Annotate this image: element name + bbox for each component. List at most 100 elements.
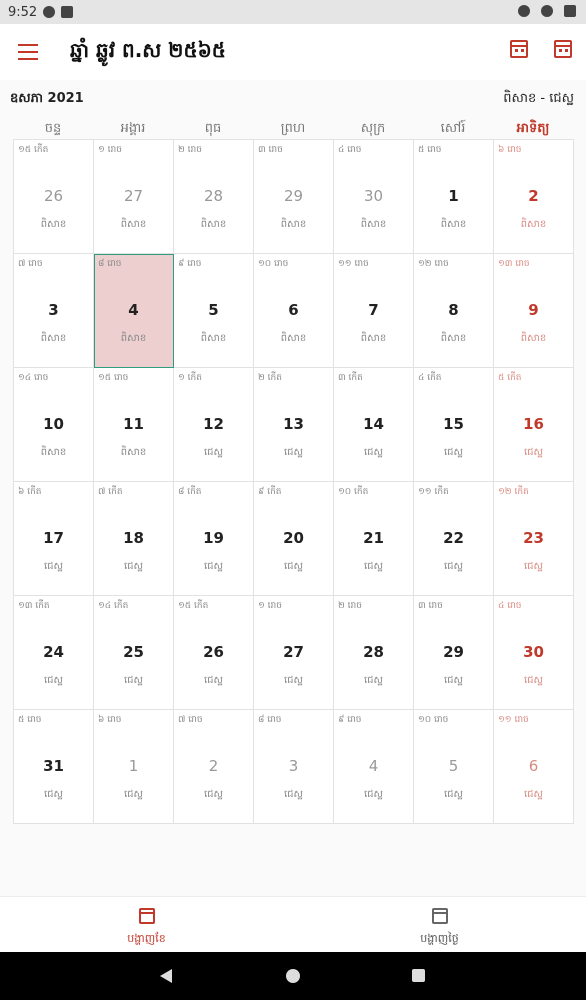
day-cell[interactable]: ២ កើត 13 ជេស្ឋ (254, 368, 334, 482)
day-number: 3 (288, 757, 299, 775)
nav-day-view[interactable]: បង្ហាញថ្ងៃ (293, 897, 586, 953)
lunar-month: ជេស្ឋ (363, 561, 384, 572)
lunar-date: ៤ កើត (418, 373, 442, 383)
day-cell[interactable]: ១៥ កើត 26 ពិសាខ (14, 140, 94, 254)
day-cell[interactable]: ១៥ កើត 26 ជេស្ឋ (174, 596, 254, 710)
day-number: 30 (363, 187, 384, 205)
lunar-date: ១៤ រោច (18, 373, 49, 383)
day-cell[interactable]: ៨ រោច 3 ជេស្ឋ (254, 710, 334, 824)
day-cell[interactable]: ១ កើត 12 ជេស្ឋ (174, 368, 254, 482)
status-time: 9:52 (8, 4, 38, 20)
day-number: 3 (48, 301, 59, 319)
day-cell[interactable]: ១២ រោច 8 ពិសាខ (414, 254, 494, 368)
day-number: 25 (123, 643, 144, 661)
nav-month-view[interactable]: បង្ហាញខែ (0, 897, 293, 953)
day-cell[interactable]: ៨ កើត 19 ជេស្ឋ (174, 482, 254, 596)
lunar-date: ១១ កើត (418, 487, 449, 497)
back-icon[interactable] (160, 969, 172, 983)
lunar-month: ពិសាខ (440, 333, 467, 344)
day-cell[interactable]: ៦ រោច 1 ជេស្ឋ (94, 710, 174, 824)
day-cell[interactable]: ១២ កើត 23 ជេស្ឋ (494, 482, 574, 596)
day-number: 24 (43, 643, 64, 661)
notification-icon (43, 6, 56, 18)
lunar-date: ១២ កើត (498, 487, 529, 497)
day-cell[interactable]: ៥ រោច 31 ជេស្ឋ (14, 710, 94, 824)
lunar-date: ១ កើត (178, 373, 202, 383)
day-cell[interactable]: ៦ រោច 2 ពិសាខ (494, 140, 574, 254)
lunar-month: ជេស្ឋ (43, 561, 64, 572)
day-cell[interactable]: ១៤ រោច 10 ពិសាខ (14, 368, 94, 482)
lunar-date: ៨ កើត (178, 487, 202, 497)
day-cell[interactable]: ៩ កើត 20 ជេស្ឋ (254, 482, 334, 596)
lunar-month: ជេស្ឋ (443, 447, 464, 458)
lunar-date: ១៣ កើត (18, 601, 50, 611)
day-cell[interactable]: ១១ កើត 22 ជេស្ឋ (414, 482, 494, 596)
day-cell[interactable]: ១៣ រោច 9 ពិសាខ (494, 254, 574, 368)
home-icon[interactable] (286, 969, 300, 983)
day-number: 20 (283, 529, 304, 547)
day-number: 15 (443, 415, 464, 433)
day-cell[interactable]: ៦ កើត 17 ជេស្ឋ (14, 482, 94, 596)
lunar-month: ជេស្ឋ (203, 675, 224, 686)
day-cell[interactable]: ២ រោច 28 ពិសាខ (174, 140, 254, 254)
day-cell[interactable]: ១៣ កើត 24 ជេស្ឋ (14, 596, 94, 710)
lunar-date: ១៥ កើត (18, 145, 49, 155)
day-cell[interactable]: ១ រោច 27 ជេស្ឋ (254, 596, 334, 710)
nav-day-label: បង្ហាញថ្ងៃ (420, 932, 459, 945)
recents-icon[interactable] (412, 969, 425, 982)
day-number: 21 (363, 529, 384, 547)
day-number: 23 (523, 529, 544, 547)
day-number: 14 (363, 415, 384, 433)
lunar-date: ៨ រោច (258, 715, 282, 725)
menu-icon[interactable] (18, 44, 38, 60)
day-number: 22 (443, 529, 464, 547)
day-cell[interactable]: ៤ កើត 15 ជេស្ឋ (414, 368, 494, 482)
day-cell[interactable]: ៣ កើត 14 ជេស្ឋ (334, 368, 414, 482)
day-cell[interactable]: ១ រោច 27 ពិសាខ (94, 140, 174, 254)
day-cell[interactable]: ១០ កើត 21 ជេស្ឋ (334, 482, 414, 596)
day-cell[interactable]: ១១ រោច 6 ជេស្ឋ (494, 710, 574, 824)
day-number: 27 (123, 187, 144, 205)
day-cell[interactable]: ៧ រោច 2 ជេស្ឋ (174, 710, 254, 824)
lunar-month: ជេស្ឋ (443, 675, 464, 686)
lunar-date: ១៣ រោច (498, 259, 530, 269)
day-cell[interactable]: ១១ រោច 7 ពិសាខ (334, 254, 414, 368)
lunar-date: ៤ រោច (338, 145, 362, 155)
day-number: 1 (448, 187, 459, 205)
lunar-date: ៩ រោច (338, 715, 362, 725)
lunar-month: ជេស្ឋ (203, 447, 224, 458)
lunar-month: ជេស្ឋ (123, 675, 144, 686)
lunar-date: ២ រោច (338, 601, 362, 611)
day-cell[interactable]: ១០ រោច 6 ពិសាខ (254, 254, 334, 368)
day-cell[interactable]: ៩ រោច 4 ជេស្ឋ (334, 710, 414, 824)
lunar-date: ១០ រោច (258, 259, 289, 269)
day-cell[interactable]: ១០ រោច 5 ជេស្ឋ (414, 710, 494, 824)
day-cell[interactable]: ៣ រោច 29 ជេស្ឋ (414, 596, 494, 710)
calendar-today-icon[interactable] (510, 40, 528, 58)
day-cell[interactable]: ៥ រោច 1 ពិសាខ (414, 140, 494, 254)
day-cell[interactable]: ៨ រោច 4 ពិសាខ (94, 254, 174, 368)
day-cell[interactable]: ២ រោច 28 ជេស្ឋ (334, 596, 414, 710)
lunar-date: ១៥ កើត (178, 601, 209, 611)
day-cell[interactable]: ៣ រោច 29 ពិសាខ (254, 140, 334, 254)
day-number: 6 (528, 757, 539, 775)
lunar-date: ១០ កើត (338, 487, 369, 497)
lunar-date: ៨ រោច (98, 259, 122, 269)
day-cell[interactable]: ១៥ រោច 11 ពិសាខ (94, 368, 174, 482)
day-cell[interactable]: ៤ រោច 30 ជេស្ឋ (494, 596, 574, 710)
day-cell[interactable]: ៩ រោច 5 ពិសាខ (174, 254, 254, 368)
day-cell[interactable]: ១៤ កើត 25 ជេស្ឋ (94, 596, 174, 710)
lunar-month: ជេស្ឋ (363, 675, 384, 686)
signal-icon (541, 5, 553, 17)
day-cell[interactable]: ៥ កើត 16 ជេស្ឋ (494, 368, 574, 482)
lunar-date: ៣ កើត (338, 373, 363, 383)
day-cell[interactable]: ៧ កើត 18 ជេស្ឋ (94, 482, 174, 596)
lunar-month: ជេស្ឋ (43, 789, 64, 800)
lunar-date: ២ រោច (178, 145, 202, 155)
day-number: 7 (368, 301, 379, 319)
calendar-grid-icon[interactable] (554, 40, 572, 58)
lunar-month: ពិសាខ (360, 219, 387, 230)
day-cell[interactable]: ៤ រោច 30 ពិសាខ (334, 140, 414, 254)
lunar-month: ជេស្ឋ (523, 447, 544, 458)
day-cell[interactable]: ៧ រោច 3 ពិសាខ (14, 254, 94, 368)
